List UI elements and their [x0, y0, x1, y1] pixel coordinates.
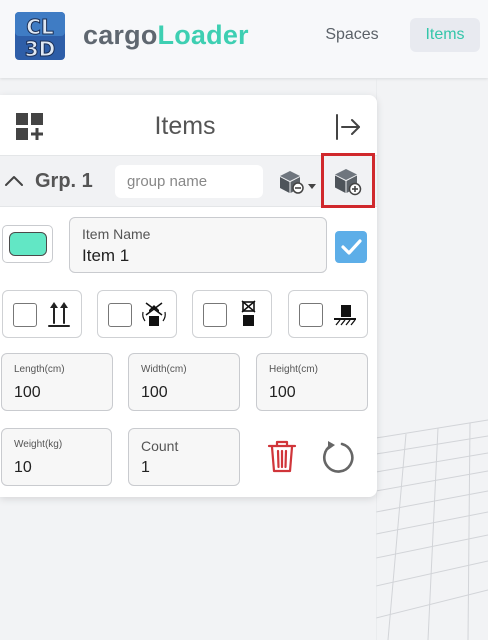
3d-viewport[interactable] — [376, 78, 488, 640]
count-label: Count — [141, 438, 179, 454]
bottom-only-icon — [334, 305, 356, 326]
panel-header: Items — [0, 95, 377, 155]
item-name-field[interactable]: Item Name Item 1 — [69, 217, 327, 273]
height-label: Height(cm) — [269, 364, 318, 375]
checkmark-icon — [341, 239, 362, 255]
svg-text:CL: CL — [26, 15, 54, 39]
no-stack-icon — [241, 300, 256, 326]
weight-value: 10 — [14, 459, 32, 476]
option-bottom-only[interactable] — [288, 290, 368, 338]
box-plus-icon — [335, 169, 362, 196]
count-field[interactable]: Count 1 — [128, 428, 240, 486]
brand-part-cargo: cargo — [83, 20, 158, 50]
length-field[interactable]: Length(cm) 100 — [1, 353, 113, 411]
option-checkbox[interactable] — [13, 303, 37, 327]
option-checkbox[interactable] — [108, 303, 132, 327]
top-bar: CL 3D cargoLoader Spaces Items — [0, 0, 488, 78]
close-panel-icon[interactable] — [334, 113, 362, 141]
item-name-value: Item 1 — [82, 246, 130, 265]
option-no-tilt[interactable] — [97, 290, 177, 338]
collapse-chevron-icon[interactable] — [4, 172, 24, 188]
group-row: Grp. 1 — [0, 153, 377, 208]
option-this-side-up[interactable] — [2, 290, 82, 338]
group-name-input[interactable] — [115, 165, 263, 198]
this-side-up-icon — [48, 302, 70, 327]
floor-grid — [376, 78, 488, 640]
group-label: Grp. 1 — [35, 170, 93, 192]
height-field[interactable]: Height(cm) 100 — [256, 353, 368, 411]
svg-text:3D: 3D — [25, 37, 56, 61]
trash-icon — [267, 440, 297, 473]
width-value: 100 — [141, 384, 168, 401]
nav-tab-spaces[interactable]: Spaces — [311, 18, 393, 52]
color-swatch — [9, 232, 47, 256]
app-logo[interactable]: CL 3D — [14, 11, 66, 62]
no-tilt-icon — [142, 302, 166, 326]
reset-icon — [323, 441, 354, 473]
weight-label: Weight(kg) — [14, 439, 63, 450]
option-checkbox[interactable] — [299, 303, 323, 327]
delete-item-button[interactable] — [266, 439, 298, 473]
add-item-button[interactable] — [321, 153, 375, 208]
item-color-picker[interactable] — [2, 225, 53, 263]
count-value: 1 — [141, 459, 150, 476]
item-enabled-checkbox[interactable] — [335, 231, 367, 263]
item-name-label: Item Name — [82, 226, 151, 242]
remove-item-dropdown[interactable] — [278, 169, 318, 195]
weight-field[interactable]: Weight(kg) 10 — [1, 428, 112, 486]
length-value: 100 — [14, 384, 41, 401]
width-label: Width(cm) — [141, 364, 187, 375]
items-panel: Items Grp. 1 group name Item Name Item 1… — [0, 95, 377, 497]
panel-title: Items — [154, 112, 216, 140]
app-brand: cargoLoader — [83, 20, 249, 51]
length-label: Length(cm) — [14, 364, 65, 375]
height-value: 100 — [269, 384, 296, 401]
box-minus-icon — [280, 171, 316, 194]
width-field[interactable]: Width(cm) 100 — [128, 353, 240, 411]
option-no-stack[interactable] — [192, 290, 272, 338]
option-checkbox[interactable] — [203, 303, 227, 327]
reset-item-button[interactable] — [320, 440, 354, 474]
brand-part-loader: Loader — [157, 20, 249, 50]
nav-tab-items[interactable]: Items — [410, 18, 480, 52]
